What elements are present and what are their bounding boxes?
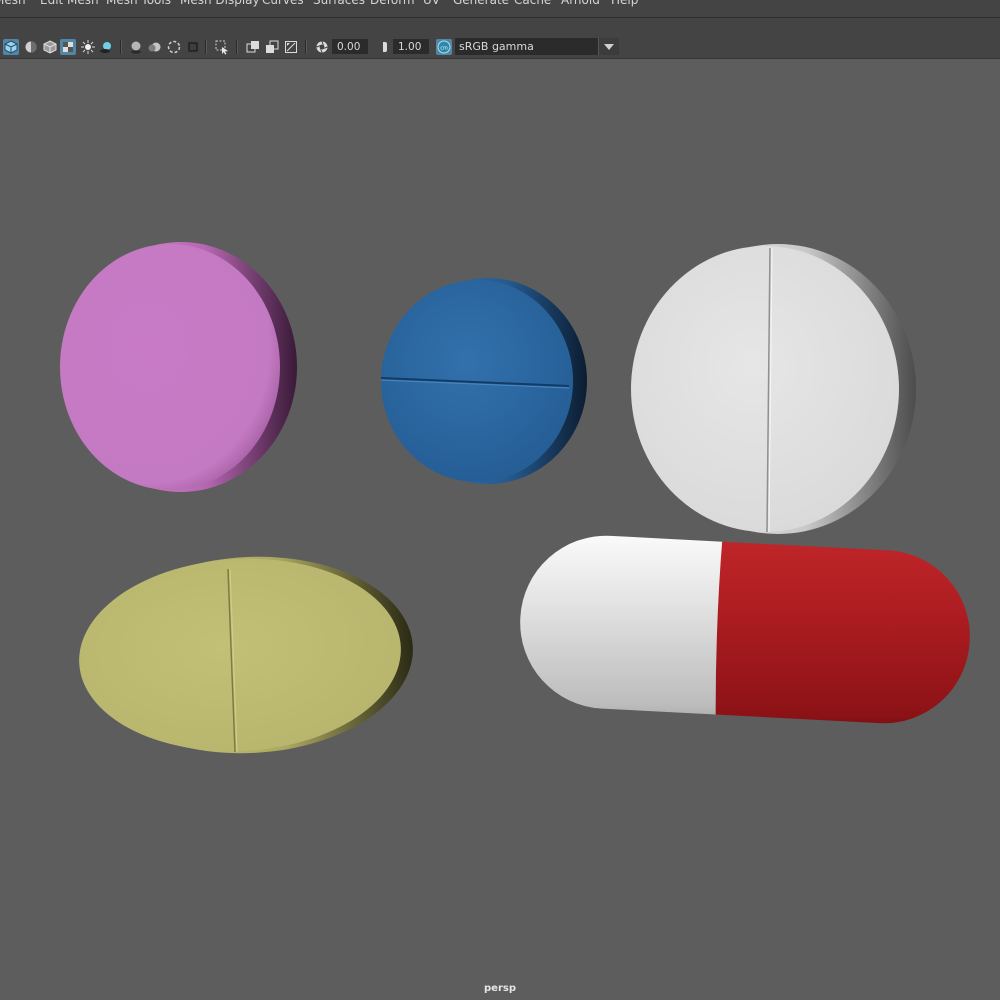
- xray-icon[interactable]: [245, 39, 261, 55]
- menu-uv[interactable]: UV: [423, 0, 440, 7]
- menu-arnold[interactable]: Arnold: [561, 0, 600, 7]
- menu-generate[interactable]: Generate: [453, 0, 509, 7]
- toolbar-divider: [305, 40, 307, 54]
- menu-bar: Mesh Edit Mesh Mesh Tools Mesh DisplayCurve…: [0, 0, 1000, 18]
- menu-mesh[interactable]: Mesh: [0, 0, 26, 7]
- xray-joints-icon[interactable]: [283, 39, 299, 55]
- menu-edit-mesh[interactable]: Edit Mesh: [40, 0, 99, 7]
- color-space-dropdown[interactable]: sRGB gamma: [455, 38, 619, 55]
- toolbar-divider: [205, 40, 207, 54]
- motion-blur-icon[interactable]: [147, 39, 163, 55]
- menu-mesh-tools[interactable]: Mesh Tools: [106, 0, 171, 7]
- anti-alias-icon[interactable]: [166, 39, 182, 55]
- xray-active-icon[interactable]: [264, 39, 280, 55]
- use-all-lights-icon[interactable]: [80, 39, 96, 55]
- blue-scored-tablet[interactable]: [380, 278, 587, 484]
- menu-help[interactable]: Help: [611, 0, 638, 7]
- smooth-shade-icon[interactable]: [23, 39, 39, 55]
- color-management-icon[interactable]: cm: [436, 39, 452, 55]
- exposure-icon[interactable]: [314, 39, 330, 55]
- wireframe-on-shaded-icon[interactable]: [42, 39, 58, 55]
- menu-cache[interactable]: Cache: [514, 0, 551, 7]
- textured-icon[interactable]: [60, 39, 76, 55]
- pink-round-tablet[interactable]: [60, 242, 297, 492]
- menu-mesh-display[interactable]: Mesh Display: [180, 0, 260, 7]
- white-scored-tablet[interactable]: [631, 244, 916, 534]
- exposure-field[interactable]: 0.00: [332, 39, 368, 54]
- toolbar-divider: [236, 40, 238, 54]
- camera-label: persp: [484, 983, 516, 994]
- toolbar-divider: [120, 40, 122, 54]
- menu-curves[interactable]: Curves: [262, 0, 304, 7]
- color-space-value: sRGB gamma: [459, 40, 534, 53]
- yellow-oval-tablet[interactable]: [74, 549, 418, 762]
- menu-surfaces[interactable]: Surfaces: [313, 0, 365, 7]
- shadows-icon[interactable]: [98, 39, 114, 55]
- depth-of-field-icon[interactable]: [185, 39, 201, 55]
- wireframe-shaded-icon[interactable]: [3, 39, 19, 55]
- svg-text:cm: cm: [440, 46, 448, 52]
- isolate-select-icon[interactable]: [214, 39, 230, 55]
- screen-space-ao-icon[interactable]: [128, 39, 144, 55]
- chevron-down-icon[interactable]: [598, 38, 619, 55]
- viewport-toolbar: 0.00 1.00 cm sRGB gamma: [0, 36, 1000, 59]
- gamma-icon[interactable]: [375, 39, 391, 55]
- menu-bar-spacer: [0, 18, 1000, 36]
- menu-deform[interactable]: Deform: [370, 0, 415, 7]
- gamma-field[interactable]: 1.00: [393, 39, 429, 54]
- capsule[interactable]: [500, 520, 1000, 750]
- scene-canvas[interactable]: [0, 59, 1000, 1000]
- perspective-viewport[interactable]: [0, 59, 1000, 1000]
